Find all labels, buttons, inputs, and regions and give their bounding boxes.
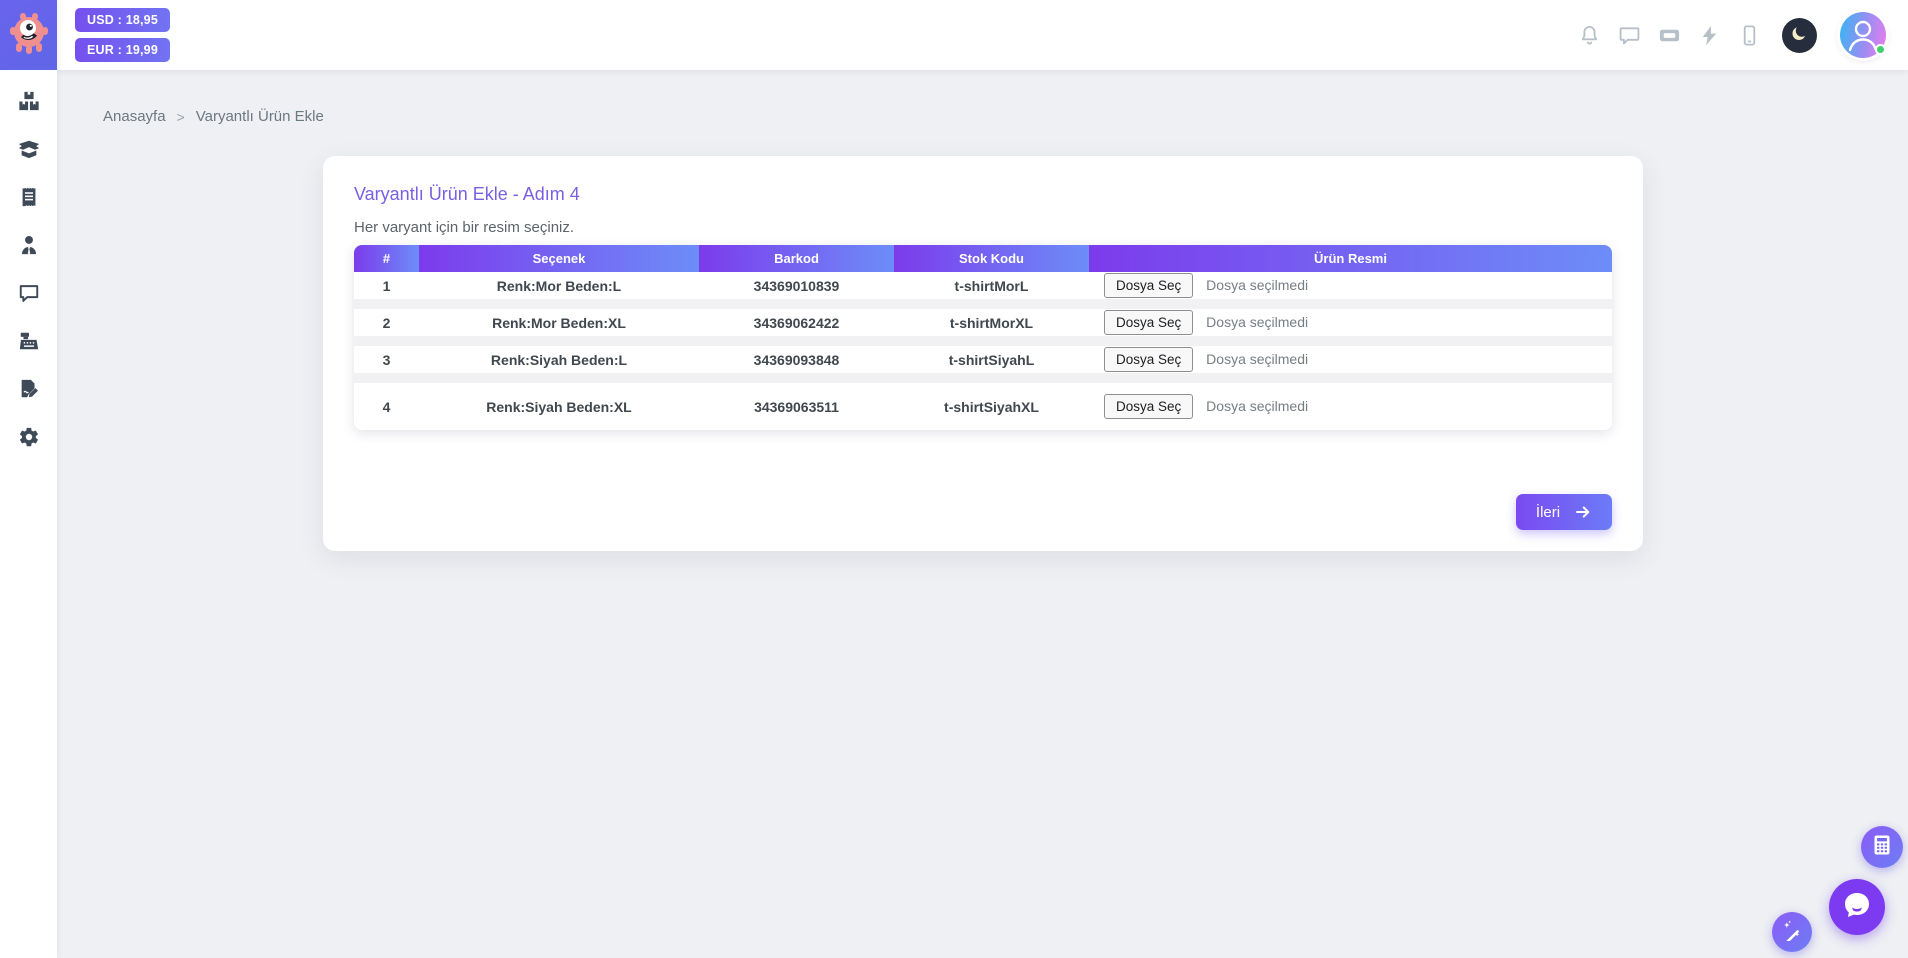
sidebar-item-pos[interactable] xyxy=(18,330,40,352)
cell-file-input: Dosya Seç Dosya seçilmedi xyxy=(1089,272,1612,309)
file-status-text: Dosya seçilmedi xyxy=(1206,351,1308,367)
table-row: 4 Renk:Siyah Beden:XL 34369063511 t-shir… xyxy=(354,383,1612,430)
open-box-icon xyxy=(18,138,40,165)
user-avatar[interactable] xyxy=(1840,12,1886,58)
breadcrumb-separator: > xyxy=(177,109,185,125)
breadcrumb-current: Varyantlı Ürün Ekle xyxy=(196,108,324,125)
cell-stok: t-shirtSiyahL xyxy=(894,346,1089,383)
page-title: Varyantlı Ürün Ekle - Adım 4 xyxy=(354,182,1612,206)
cell-file-input: Dosya Seç Dosya seçilmedi xyxy=(1089,309,1612,346)
cell-secenek: Renk:Mor Beden:L xyxy=(419,272,699,309)
eur-rate-badge: EUR : 19,99 xyxy=(75,38,170,62)
sidebar-item-settings[interactable] xyxy=(18,426,40,448)
cell-barkod: 34369093848 xyxy=(699,346,894,383)
header-barkod: Barkod xyxy=(699,245,894,272)
magic-wand-icon xyxy=(1781,919,1803,946)
dark-mode-toggle[interactable] xyxy=(1782,18,1817,53)
topbar: USD : 18,95 EUR : 19,99 xyxy=(57,0,1908,70)
sidebar-item-orders[interactable] xyxy=(18,138,40,160)
cell-stok: t-shirtMorL xyxy=(894,272,1089,309)
cell-index: 4 xyxy=(354,383,419,430)
cell-barkod: 34369062422 xyxy=(699,309,894,346)
cell-secenek: Renk:Siyah Beden:L xyxy=(419,346,699,383)
magic-wand-fab[interactable] xyxy=(1772,912,1812,952)
header-stok-kodu: Stok Kodu xyxy=(894,245,1089,272)
cell-stok: t-shirtMorXL xyxy=(894,309,1089,346)
sidebar-item-invoices[interactable] xyxy=(18,186,40,208)
topbar-actions xyxy=(1578,12,1886,58)
file-select-button[interactable]: Dosya Seç xyxy=(1104,394,1193,419)
file-select-button[interactable]: Dosya Seç xyxy=(1104,310,1193,335)
calculator-fab[interactable] xyxy=(1861,826,1903,868)
phone-icon xyxy=(1738,24,1761,52)
sidebar xyxy=(0,0,57,958)
cell-barkod: 34369010839 xyxy=(699,272,894,309)
cell-secenek: Renk:Mor Beden:XL xyxy=(419,309,699,346)
table-row: 3 Renk:Siyah Beden:L 34369093848 t-shirt… xyxy=(354,346,1612,383)
tickets-button[interactable] xyxy=(1658,24,1681,47)
gear-icon xyxy=(18,426,40,453)
receipt-icon xyxy=(18,186,40,213)
next-step-button[interactable]: İleri xyxy=(1516,494,1612,530)
header-urun-resmi: Ürün Resmi xyxy=(1089,245,1612,272)
support-chat-fab[interactable] xyxy=(1829,879,1885,935)
breadcrumb-home[interactable]: Anasayfa xyxy=(103,108,166,125)
table-row: 2 Renk:Mor Beden:XL 34369062422 t-shirtM… xyxy=(354,309,1612,346)
calculator-icon xyxy=(1871,834,1893,861)
cell-file-input: Dosya Seç Dosya seçilmedi xyxy=(1089,346,1612,383)
bell-icon xyxy=(1578,24,1601,52)
products-boxes-icon xyxy=(18,90,40,117)
sidebar-item-customers[interactable] xyxy=(18,234,40,256)
chat-fab-icon xyxy=(1841,889,1873,926)
variant-table: # Seçenek Barkod Stok Kodu Ürün Resmi 1 … xyxy=(354,245,1612,430)
file-select-button[interactable]: Dosya Seç xyxy=(1104,347,1193,372)
file-select-button[interactable]: Dosya Seç xyxy=(1104,273,1193,298)
bolt-icon xyxy=(1698,24,1721,52)
cell-index: 3 xyxy=(354,346,419,383)
arrow-right-icon xyxy=(1574,503,1592,521)
next-step-label: İleri xyxy=(1536,504,1560,521)
messages-button[interactable] xyxy=(1618,24,1641,47)
chat-bubble-icon xyxy=(18,282,40,309)
cell-secenek: Renk:Siyah Beden:XL xyxy=(419,383,699,430)
online-status-dot xyxy=(1875,44,1886,55)
document-pen-icon xyxy=(18,378,40,405)
ticket-icon xyxy=(1658,24,1681,52)
cell-index: 1 xyxy=(354,272,419,309)
file-status-text: Dosya seçilmedi xyxy=(1206,277,1308,293)
sidebar-nav xyxy=(0,70,57,448)
app-logo[interactable] xyxy=(0,0,57,70)
cell-barkod: 34369063511 xyxy=(699,383,894,430)
variant-step-card: Varyantlı Ürün Ekle - Adım 4 Her varyant… xyxy=(323,156,1643,551)
header-index: # xyxy=(354,245,419,272)
mobile-button[interactable] xyxy=(1738,24,1761,47)
notifications-button[interactable] xyxy=(1578,24,1601,47)
cash-register-icon xyxy=(18,330,40,357)
sidebar-item-messages[interactable] xyxy=(18,282,40,304)
cell-index: 2 xyxy=(354,309,419,346)
usd-rate-badge: USD : 18,95 xyxy=(75,8,170,32)
monster-logo-icon xyxy=(8,10,50,61)
table-row: 1 Renk:Mor Beden:L 34369010839 t-shirtMo… xyxy=(354,272,1612,309)
file-status-text: Dosya seçilmedi xyxy=(1206,314,1308,330)
sidebar-item-notes[interactable] xyxy=(18,378,40,400)
file-status-text: Dosya seçilmedi xyxy=(1206,398,1308,414)
page-subtitle: Her varyant için bir resim seçiniz. xyxy=(354,218,1612,238)
table-header-row: # Seçenek Barkod Stok Kodu Ürün Resmi xyxy=(354,245,1612,272)
cell-stok: t-shirtSiyahXL xyxy=(894,383,1089,430)
message-icon xyxy=(1618,24,1641,52)
sidebar-item-products[interactable] xyxy=(18,90,40,112)
moon-icon xyxy=(1788,21,1812,50)
page: { "topbar": { "currency_badges": [ { "la… xyxy=(0,0,1908,958)
quick-actions-button[interactable] xyxy=(1698,24,1721,47)
cell-file-input: Dosya Seç Dosya seçilmedi xyxy=(1089,383,1612,430)
currency-badges: USD : 18,95 EUR : 19,99 xyxy=(75,8,170,62)
header-secenek: Seçenek xyxy=(419,245,699,272)
customer-icon xyxy=(18,234,40,261)
breadcrumb: Anasayfa > Varyantlı Ürün Ekle xyxy=(103,108,324,125)
